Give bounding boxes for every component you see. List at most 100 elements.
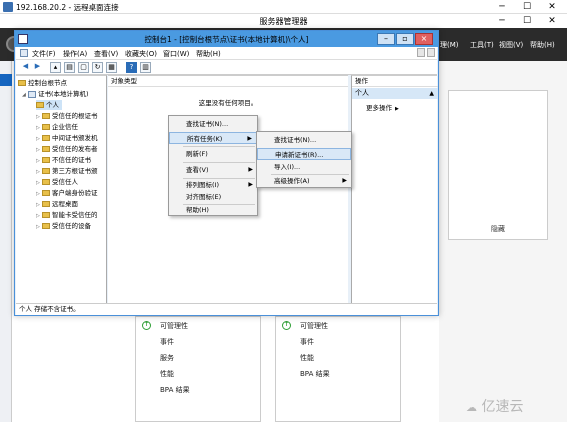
show-tree-icon[interactable]: ▤ bbox=[64, 62, 75, 73]
status-ok-icon: ↑ bbox=[282, 321, 291, 330]
ctx-view[interactable]: 查看(V) ▶ bbox=[169, 164, 257, 176]
watermark-text: 亿速云 bbox=[481, 399, 524, 415]
up-folder-icon[interactable]: ▴ bbox=[50, 62, 61, 73]
tree-node-certificates[interactable]: ◢ 证书(本地计算机) bbox=[22, 89, 89, 99]
submenu-label: 查找证书(N)... bbox=[274, 136, 317, 144]
more-actions-link[interactable]: 更多操作 ▶ bbox=[366, 102, 399, 112]
sm-close-button[interactable]: ✕ bbox=[540, 14, 564, 28]
tree-node[interactable]: ▷ 受信任的根证书 bbox=[36, 111, 98, 121]
folder-icon bbox=[42, 223, 50, 229]
action-pane-icon[interactable]: ▥ bbox=[140, 62, 151, 73]
submenu-label: 高级操作(A) bbox=[274, 177, 310, 185]
mmc-title-bar: 控制台1 - [控制台根节点\证书(本地计算机)\个人] – ▫ × bbox=[15, 31, 438, 47]
submenu-advanced-operations[interactable]: 高级操作(A) ▶ bbox=[257, 175, 351, 187]
ctx-arrange-icons[interactable]: 排列图标(I) ▶ bbox=[169, 179, 257, 191]
menu-file[interactable]: 文件(F) bbox=[32, 49, 56, 59]
sm-menu-view[interactable]: 视图(V) bbox=[499, 40, 523, 50]
submenu-request-new-certificate[interactable]: 申请新证书(R)... bbox=[257, 148, 351, 160]
mmc-restore-button[interactable]: ▫ bbox=[396, 33, 414, 45]
tree-node[interactable]: ▷ 客户端身份验证 bbox=[36, 188, 98, 198]
sm-card1-item[interactable]: BPA 结果 bbox=[160, 385, 190, 395]
console-tree: 控制台根节点 ◢ 证书(本地计算机) 个人 ▷ 受信任的根证书 ▷ 企业信任 ▷ 中间证… bbox=[16, 75, 107, 303]
sm-card1-item[interactable]: 性能 bbox=[160, 369, 174, 379]
sm-card2-item[interactable]: 事件 bbox=[300, 337, 314, 347]
folder-icon bbox=[42, 135, 50, 141]
ctx-line-up-icons[interactable]: 对齐图标(E) bbox=[169, 191, 257, 203]
ctx-label: 所有任务(K) bbox=[187, 135, 223, 143]
tree-node[interactable]: ▷ 不信任的证书 bbox=[36, 155, 91, 165]
mdi-close-button[interactable] bbox=[427, 48, 435, 57]
sm-card1-item[interactable]: 可管理性 bbox=[160, 321, 188, 331]
menu-help[interactable]: 帮助(H) bbox=[196, 49, 221, 59]
tree-node-label: 第三方根证书颁 bbox=[52, 167, 98, 175]
folder-icon bbox=[42, 157, 50, 163]
help-icon[interactable]: ? bbox=[126, 62, 137, 73]
copy-icon[interactable]: ▢ bbox=[78, 62, 89, 73]
tree-node[interactable]: ▷ 中间证书颁发机 bbox=[36, 133, 98, 143]
back-arrow-icon[interactable]: ◀ bbox=[20, 62, 31, 73]
sm-card2-item[interactable]: BPA 结果 bbox=[300, 369, 330, 379]
folder-icon bbox=[42, 179, 50, 185]
ctx-find-certificates[interactable]: 查找证书(N)... bbox=[169, 118, 257, 130]
remote-desktop-icon bbox=[3, 2, 13, 12]
folder-icon bbox=[42, 190, 50, 196]
sm-card2-item[interactable]: 可管理性 bbox=[300, 321, 328, 331]
collapse-arrow-icon[interactable]: ▲ bbox=[429, 88, 434, 99]
folder-icon bbox=[42, 113, 50, 119]
sm-minimize-button[interactable]: ─ bbox=[490, 14, 514, 28]
export-icon[interactable]: ▦ bbox=[106, 62, 117, 73]
certificate-icon bbox=[28, 90, 36, 98]
tree-node-label: 中间证书颁发机 bbox=[52, 134, 98, 142]
tree-node[interactable]: ▷ 远程桌面 bbox=[36, 199, 78, 209]
cloud-icon: ☁ bbox=[466, 401, 477, 414]
sm-card2-item[interactable]: 性能 bbox=[300, 353, 314, 363]
sm-left-nav bbox=[0, 61, 12, 422]
all-tasks-submenu: 查找证书(N)... 申请新证书(R)... 导入(I)... 高级操作(A) ▶ bbox=[256, 131, 352, 188]
rdp-minimize-button[interactable]: ─ bbox=[490, 0, 514, 14]
server-manager-title: 服务器管理器 bbox=[259, 17, 308, 26]
menu-action[interactable]: 操作(A) bbox=[63, 49, 87, 59]
ctx-label: 对齐图标(E) bbox=[186, 193, 222, 201]
forward-arrow-icon[interactable]: ▶ bbox=[32, 62, 43, 73]
submenu-import[interactable]: 导入(I)... bbox=[257, 161, 351, 173]
folder-icon bbox=[42, 146, 50, 152]
sm-menu-tools[interactable]: 工具(T) bbox=[470, 40, 494, 50]
menu-separator bbox=[183, 162, 255, 163]
column-header-object-type[interactable]: 对象类型 bbox=[108, 76, 348, 87]
ctx-help[interactable]: 帮助(H) bbox=[169, 204, 257, 216]
tree-node-personal[interactable]: 个人 bbox=[36, 100, 62, 110]
tree-node[interactable]: ▷ 企业信任 bbox=[36, 122, 78, 132]
ctx-all-tasks[interactable]: 所有任务(K) ▶ bbox=[169, 132, 257, 144]
submenu-find-certificates[interactable]: 查找证书(N)... bbox=[257, 134, 351, 146]
empty-message: 这里没有任何项目。 bbox=[198, 99, 258, 107]
rdp-close-button[interactable]: ✕ bbox=[540, 0, 564, 14]
actions-section-personal[interactable]: 个人 ▲ bbox=[352, 88, 438, 99]
tree-node[interactable]: ▷ 受信任人 bbox=[36, 177, 78, 187]
rdp-title-bar: 192.168.20.2 - 远程桌面连接 ─ ☐ ✕ bbox=[0, 0, 567, 14]
sm-card1-item[interactable]: 服务 bbox=[160, 353, 174, 363]
sm-card1-item[interactable]: 事件 bbox=[160, 337, 174, 347]
menu-view[interactable]: 查看(V) bbox=[94, 49, 118, 59]
tree-node-root[interactable]: 控制台根节点 bbox=[18, 78, 67, 88]
menu-separator bbox=[183, 146, 255, 147]
ctx-refresh[interactable]: 刷新(F) bbox=[169, 148, 257, 160]
mdi-minimize-button[interactable] bbox=[417, 48, 425, 57]
sm-menu-manage[interactable]: 理(M) bbox=[440, 40, 459, 50]
menu-window[interactable]: 窗口(W) bbox=[163, 49, 189, 59]
sm-maximize-button[interactable]: ☐ bbox=[515, 14, 539, 28]
submenu-arrow-icon: ▶ bbox=[395, 106, 399, 112]
refresh-icon[interactable]: ↻ bbox=[92, 62, 103, 73]
sm-nav-selected[interactable] bbox=[0, 74, 12, 86]
sm-hide-link[interactable]: 隐藏 bbox=[491, 224, 505, 234]
menu-favorites[interactable]: 收藏夹(O) bbox=[125, 49, 157, 59]
actions-section-label: 个人 bbox=[355, 89, 369, 97]
status-ok-icon: ↑ bbox=[142, 321, 151, 330]
tree-node[interactable]: ▷ 受信任的设备 bbox=[36, 221, 91, 231]
tree-node[interactable]: ▷ 第三方根证书颁 bbox=[36, 166, 98, 176]
tree-node[interactable]: ▷ 智能卡受信任的 bbox=[36, 210, 98, 220]
sm-menu-help[interactable]: 帮助(H) bbox=[530, 40, 555, 50]
rdp-maximize-button[interactable]: ☐ bbox=[515, 0, 539, 14]
mmc-close-button[interactable]: × bbox=[415, 33, 433, 45]
tree-node[interactable]: ▷ 受信任的发布者 bbox=[36, 144, 98, 154]
mmc-minimize-button[interactable]: – bbox=[377, 33, 395, 45]
